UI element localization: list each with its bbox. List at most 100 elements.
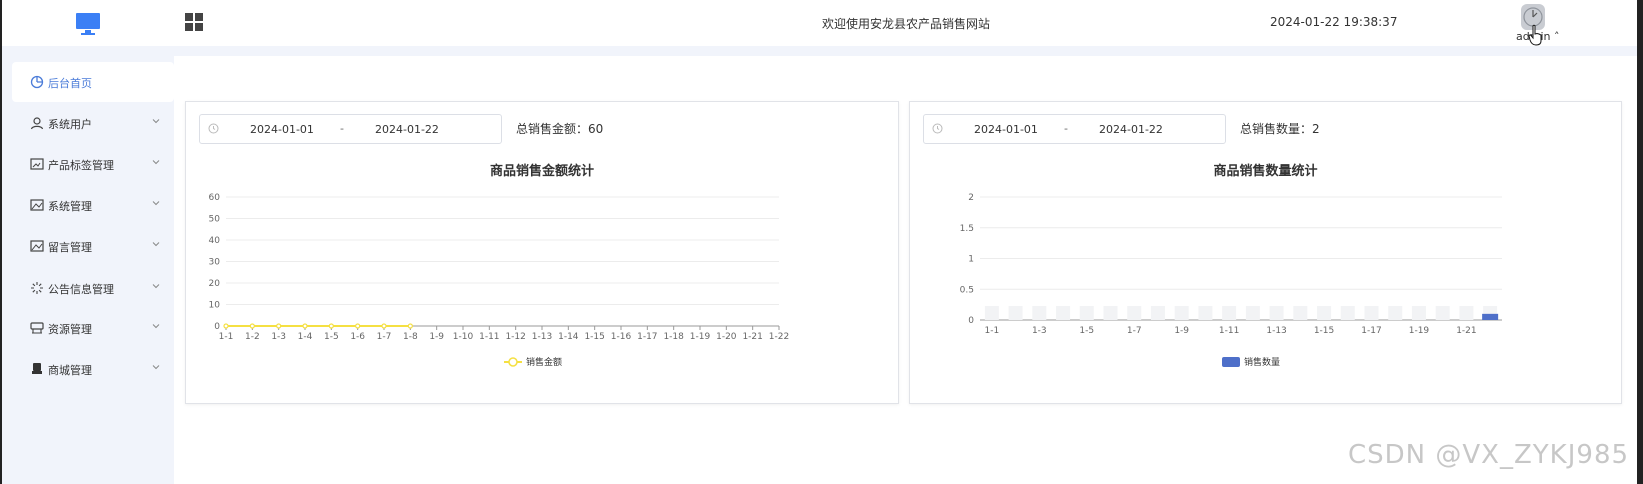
sidebar-item-label: 留言管理 bbox=[48, 241, 92, 254]
x-tick-label: 1-19 bbox=[1409, 326, 1430, 336]
x-tick-label: 1-18 bbox=[663, 332, 684, 342]
user-icon bbox=[30, 117, 44, 130]
grid-menu-icon[interactable] bbox=[185, 13, 203, 31]
sidebar-item-system-management[interactable]: 系统管理 bbox=[2, 185, 174, 225]
range-end-input[interactable]: 2024-01-22 bbox=[1099, 123, 1163, 136]
picture-icon bbox=[30, 199, 44, 211]
bar-background bbox=[1127, 306, 1142, 320]
picture-icon bbox=[30, 240, 44, 252]
y-tick-label: 0 bbox=[214, 322, 220, 332]
x-tick-label: 1-13 bbox=[1266, 326, 1286, 336]
range-separator: - bbox=[1064, 122, 1068, 135]
chevron-down-icon bbox=[152, 365, 160, 370]
x-tick-label: 1-3 bbox=[271, 332, 286, 342]
data-point bbox=[276, 323, 282, 329]
current-datetime: 2024-01-22 19:38:37 bbox=[1270, 15, 1398, 29]
bar-background bbox=[1056, 306, 1071, 320]
y-tick-label: 0.5 bbox=[960, 285, 974, 295]
y-tick-label: 20 bbox=[209, 279, 221, 289]
bar-background bbox=[1245, 306, 1260, 320]
chart-title: 商品销售金额统计 bbox=[489, 164, 594, 179]
chevron-down-icon bbox=[152, 242, 160, 247]
clock-icon bbox=[932, 123, 943, 134]
welcome-text: 欢迎使用安龙县农产品销售网站 bbox=[822, 17, 991, 31]
data-point bbox=[407, 323, 413, 329]
bar bbox=[1482, 313, 1499, 320]
bar-background bbox=[1222, 306, 1237, 320]
legend-marker bbox=[1222, 357, 1240, 367]
bar-background bbox=[1103, 306, 1118, 320]
date-range-picker[interactable]: 2024-01-01 - 2024-01-22 bbox=[923, 114, 1226, 144]
sales-amount-line-chart: 0 10 20 30 40 50 60 1-1 1-2 1-3 1-4 1-5 1-6 1-7 1-8 1-9… bbox=[209, 193, 790, 368]
bar-background bbox=[1459, 306, 1474, 320]
x-tick-label: 1-9 bbox=[429, 332, 444, 342]
x-tick-label: 1-19 bbox=[690, 332, 711, 342]
x-tick-label: 1-5 bbox=[1079, 326, 1094, 336]
sales-quantity-card: 2024-01-01 - 2024-01-22 总销售数量：2 商品销售数量统计… bbox=[909, 101, 1622, 404]
x-tick-label: 1-7 bbox=[377, 332, 392, 342]
chevron-down-icon bbox=[152, 201, 160, 206]
data-point bbox=[355, 323, 361, 329]
x-tick-label: 1-17 bbox=[637, 332, 657, 342]
x-tick-label: 1-15 bbox=[1314, 326, 1334, 336]
range-end-input[interactable]: 2024-01-22 bbox=[375, 123, 439, 136]
bar-background bbox=[1032, 306, 1047, 320]
sidebar-item-label: 系统管理 bbox=[48, 200, 92, 213]
bar-background bbox=[1269, 306, 1284, 320]
shop-icon bbox=[32, 363, 42, 374]
clock-icon bbox=[208, 123, 219, 134]
bar-background bbox=[1293, 306, 1308, 320]
total-sales-amount: 总销售金额：60 bbox=[516, 122, 604, 136]
data-point bbox=[302, 323, 308, 329]
legend-label: 销售金额 bbox=[526, 356, 562, 368]
data-point bbox=[381, 323, 387, 329]
pie-chart-icon bbox=[30, 75, 44, 89]
y-tick-label: 1 bbox=[968, 255, 974, 265]
chevron-down-icon bbox=[152, 284, 160, 289]
sidebar-item-shop[interactable]: 商城管理 bbox=[2, 349, 174, 389]
chevron-down-icon bbox=[152, 119, 160, 124]
sidebar-item-announcements[interactable]: 公告信息管理 bbox=[2, 268, 174, 308]
x-tick-label: 1-21 bbox=[1456, 326, 1476, 336]
y-tick-label: 60 bbox=[209, 193, 221, 203]
data-point bbox=[328, 323, 334, 329]
top-header: 欢迎使用安龙县农产品销售网站 2024-01-22 19:38:37 admin… bbox=[2, 0, 1637, 46]
bar-background bbox=[1411, 306, 1426, 320]
legend-label: 销售数量 bbox=[1244, 356, 1280, 368]
x-tick-label: 1-20 bbox=[716, 332, 737, 342]
range-start-input[interactable]: 2024-01-01 bbox=[250, 123, 314, 136]
sidebar-item-system-users[interactable]: 系统用户 bbox=[2, 103, 174, 143]
monitor-logo-icon bbox=[76, 13, 100, 35]
sidebar-item-home[interactable]: 后台首页 bbox=[12, 62, 174, 102]
data-point bbox=[223, 323, 229, 329]
x-tick-label: 1-21 bbox=[742, 332, 762, 342]
x-tick-label: 1-10 bbox=[453, 332, 474, 342]
total-sales-quantity: 总销售数量：2 bbox=[1240, 122, 1320, 136]
x-tick-label: 1-22 bbox=[769, 332, 789, 342]
x-tick-label: 1-1 bbox=[985, 326, 1000, 336]
y-tick-label: 30 bbox=[209, 258, 221, 268]
main-top-strip bbox=[174, 46, 1637, 56]
y-tick-label: 2 bbox=[968, 193, 974, 203]
date-range-picker[interactable]: 2024-01-01 - 2024-01-22 bbox=[199, 114, 502, 144]
sidebar: 后台首页 系统用户 产品标签管理 系统管理 留言管理 公告信息管理 资源管理 商… bbox=[2, 46, 174, 484]
y-tick-label: 1.5 bbox=[960, 224, 974, 234]
y-tick-label: 40 bbox=[209, 236, 221, 246]
x-tick-label: 1-14 bbox=[558, 332, 579, 342]
chevron-down-icon bbox=[152, 324, 160, 329]
range-start-input[interactable]: 2024-01-01 bbox=[974, 123, 1038, 136]
sidebar-item-label: 后台首页 bbox=[48, 77, 92, 90]
x-tick-label: 1-7 bbox=[1127, 326, 1142, 336]
x-tick-label: 1-11 bbox=[1219, 326, 1239, 336]
x-tick-label: 1-17 bbox=[1361, 326, 1381, 336]
data-point bbox=[249, 323, 255, 329]
x-tick-label: 1-13 bbox=[532, 332, 552, 342]
bar-background bbox=[1435, 306, 1450, 320]
bar-background bbox=[984, 306, 999, 320]
sidebar-item-label: 商城管理 bbox=[48, 364, 92, 377]
sidebar-item-messages[interactable]: 留言管理 bbox=[2, 226, 174, 266]
range-separator: - bbox=[340, 122, 344, 135]
x-tick-label: 1-11 bbox=[479, 332, 499, 342]
sidebar-item-resources[interactable]: 资源管理 bbox=[2, 308, 174, 348]
sidebar-item-product-tags[interactable]: 产品标签管理 bbox=[2, 144, 174, 184]
